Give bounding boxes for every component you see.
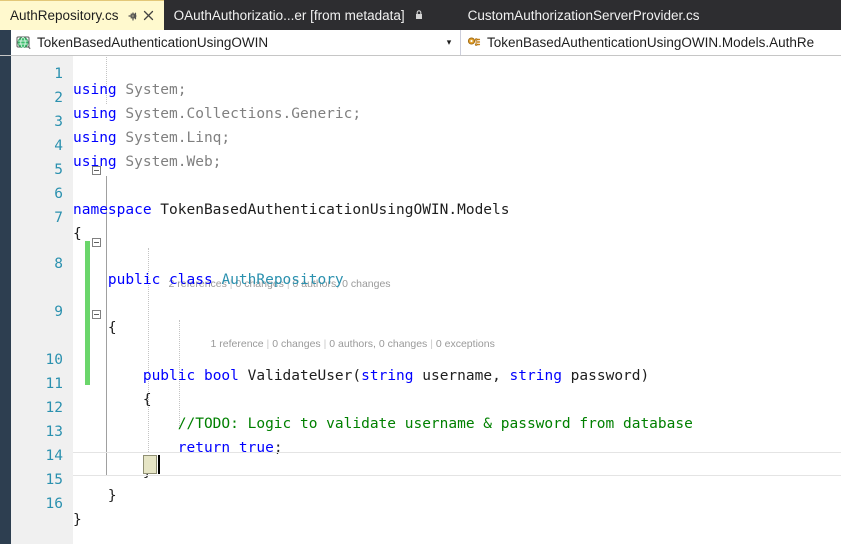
project-dropdown[interactable]: TokenBasedAuthenticationUsingOWIN ▾ [11,30,461,55]
code-line: 13 return true; [11,404,841,456]
editor-navigation-bar: TokenBasedAuthenticationUsingOWIN ▾ Toke… [0,30,841,56]
code-editor[interactable]: 1 using System; 2 using System.Collectio… [0,56,841,544]
code-line: 12 //TODO: Logic to validate username & … [11,380,841,432]
code-line: 10 public bool ValidateUser(string usern… [11,332,841,384]
line-number: 8 [54,256,63,272]
lock-icon [411,7,427,23]
tab-oauth-authorization[interactable]: OAuthAuthorizatio...er [from metadata] [163,0,434,30]
editor-tab-strip: AuthRepository.cs OAuthAuthorizatio...er… [0,0,841,30]
tab-label: AuthRepository.cs [10,8,119,23]
code-surface[interactable]: 1 using System; 2 using System.Collectio… [11,56,841,544]
type-dropdown-value: TokenBasedAuthenticationUsingOWIN.Models… [487,35,815,50]
code-line: 3 using System.Linq; [11,94,841,146]
code-line: 2 using System.Collections.Generic; [11,70,841,122]
web-project-icon [16,35,32,51]
editor-left-accent-rail [0,56,11,544]
tab-label: OAuthAuthorizatio...er [from metadata] [173,7,405,23]
code-line: 9 { [11,284,841,336]
close-icon[interactable] [141,8,157,24]
type-dropdown[interactable]: TokenBasedAuthenticationUsingOWIN.Models… [461,30,841,55]
code-line: 8 public class AuthRepository [11,236,841,288]
code-line: 4 using System.Web; [11,118,841,170]
code-line: 16 } [11,476,841,528]
tab-strip-filler [729,0,841,30]
line-number: 9 [54,304,63,320]
project-dropdown-value: TokenBasedAuthenticationUsingOWIN [37,35,269,50]
code-line: 5 [11,142,841,178]
code-line: 6 namespace TokenBasedAuthenticationUsin… [11,166,841,218]
code-line: 11 { [11,356,841,408]
line-number: 16 [45,496,63,512]
pin-icon[interactable] [125,8,141,24]
line-number: 7 [54,210,63,226]
code-line: 1 using System; [11,56,841,98]
line-content: } [73,512,82,528]
code-line: 7 { [11,190,841,242]
code-line: 14 } [11,428,841,480]
chevron-down-icon[interactable]: ▾ [442,38,456,47]
nav-left-accent-strip [0,30,11,55]
tab-custom-authorization-server-provider[interactable]: CustomAuthorizationServerProvider.cs [433,0,730,30]
tab-label: CustomAuthorizationServerProvider.cs [467,7,700,23]
class-icon [466,35,482,51]
code-line: 15 } [11,452,841,504]
tab-auth-repository[interactable]: AuthRepository.cs [0,0,164,30]
